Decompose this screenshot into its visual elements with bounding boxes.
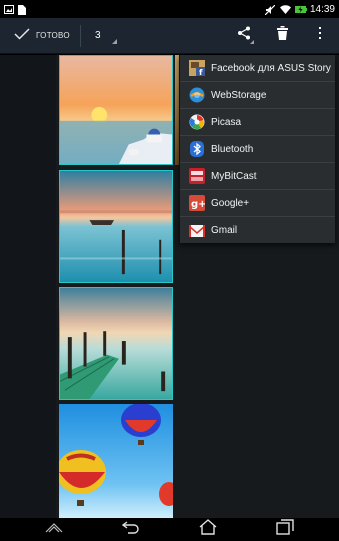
share-option-google-plus[interactable]: g+ Google+: [180, 190, 335, 217]
overflow-menu-icon: [318, 26, 322, 45]
share-option-bluetooth[interactable]: Bluetooth: [180, 136, 335, 163]
share-option-facebook-asus-story[interactable]: f Facebook для ASUS Story: [180, 55, 335, 82]
google-plus-icon: g+: [189, 195, 205, 211]
share-menu: f Facebook для ASUS Story WebStorage Pic…: [180, 55, 335, 243]
bluetooth-icon: [189, 141, 205, 157]
gallery-icon: [4, 4, 14, 14]
share-button[interactable]: [225, 18, 263, 53]
done-label: ГОТОВО: [36, 31, 70, 40]
document-icon: [18, 4, 28, 15]
home-icon: [199, 519, 217, 540]
share-option-label: Facebook для ASUS Story: [211, 62, 331, 74]
back-button[interactable]: [116, 520, 146, 540]
navigation-bar: [0, 518, 339, 541]
clock: 14:39: [309, 3, 335, 15]
delete-button[interactable]: [263, 18, 301, 53]
svg-text:g+: g+: [191, 199, 205, 210]
back-icon: [121, 520, 140, 539]
share-option-label: Picasa: [211, 116, 242, 128]
hot-air-balloons-photo[interactable]: [59, 404, 173, 518]
share-option-label: Bluetooth: [211, 143, 254, 155]
mybitcast-icon: [189, 168, 205, 184]
share-option-gmail[interactable]: Gmail: [180, 217, 335, 244]
webstorage-icon: [189, 87, 205, 103]
share-option-label: WebStorage: [211, 89, 267, 101]
battery-charging-icon: [294, 5, 307, 14]
wifi-icon: [279, 4, 291, 14]
selection-count: 3: [94, 30, 101, 41]
share-option-label: Gmail: [211, 225, 238, 236]
dropdown-indicator-icon: [111, 39, 117, 44]
previous-album-strip[interactable]: [0, 55, 56, 518]
selection-count-dropdown[interactable]: 3: [81, 18, 131, 53]
recent-apps-button[interactable]: [270, 519, 300, 540]
share-option-picasa[interactable]: Picasa: [180, 109, 335, 136]
share-option-label: Google+: [211, 197, 250, 209]
svg-text:f: f: [199, 68, 203, 76]
gmail-icon: [189, 223, 205, 239]
share-option-webstorage[interactable]: WebStorage: [180, 82, 335, 109]
recent-up-icon: [44, 521, 64, 539]
recent-apps-icon: [275, 519, 294, 540]
gallery-content: f Facebook для ASUS Story WebStorage Pic…: [0, 55, 339, 518]
checkmark-icon: [14, 27, 30, 45]
share-option-mybitcast[interactable]: MyBitCast: [180, 163, 335, 190]
share-option-label: MyBitCast: [211, 170, 257, 182]
picasa-icon: [189, 114, 205, 130]
status-bar: 14:39: [0, 0, 339, 18]
overflow-menu-button[interactable]: [301, 18, 339, 53]
facebook-asus-story-icon: f: [189, 60, 205, 76]
delete-icon: [276, 26, 288, 45]
recent-up-button[interactable]: [39, 520, 69, 540]
share-dropdown-indicator-icon: [250, 40, 254, 44]
next-photo-edge: [175, 55, 179, 165]
sunset-santorini-photo[interactable]: [59, 55, 173, 165]
lake-pier-photo[interactable]: [59, 170, 173, 283]
wooden-pier-photo[interactable]: [59, 287, 173, 400]
home-button[interactable]: [193, 519, 223, 540]
mute-icon: [264, 4, 276, 15]
selection-action-bar: ГОТОВО 3: [0, 18, 339, 54]
done-button[interactable]: ГОТОВО: [0, 18, 80, 53]
share-icon: [237, 26, 251, 45]
